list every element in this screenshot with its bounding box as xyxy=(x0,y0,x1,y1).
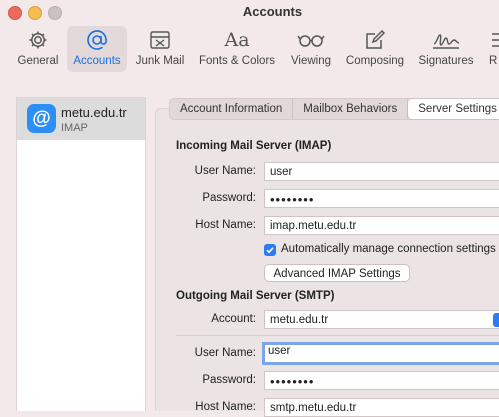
outgoing-password-field[interactable]: •••••••• xyxy=(264,371,499,390)
toolbar-viewing[interactable]: Viewing xyxy=(287,26,335,72)
toolbar-fonts-colors[interactable]: Aa Fonts & Colors xyxy=(196,26,278,72)
glasses-icon xyxy=(287,26,335,54)
auto-manage-checkbox[interactable] xyxy=(264,244,276,256)
incoming-section-title: Incoming Mail Server (IMAP) xyxy=(176,140,332,152)
section-divider xyxy=(176,335,499,336)
gear-icon xyxy=(14,26,62,54)
at-icon xyxy=(67,26,127,54)
incoming-password-field[interactable]: •••••••• xyxy=(264,189,499,208)
toolbar-signatures[interactable]: Signatures xyxy=(414,26,478,72)
tab-mailbox-behaviors[interactable]: Mailbox Behaviors xyxy=(293,99,409,119)
preferences-toolbar: General Accounts Junk Mail Aa Fonts & Co… xyxy=(0,24,499,74)
incoming-password-label: Password: xyxy=(202,192,256,204)
account-list-item[interactable]: @ metu.edu.tr IMAP xyxy=(17,98,145,140)
toolbar-label: General xyxy=(17,55,59,67)
toolbar-general[interactable]: General xyxy=(14,26,62,72)
account-name: metu.edu.tr xyxy=(61,105,127,120)
incoming-hostname-field[interactable]: imap.metu.edu.tr xyxy=(264,216,499,235)
compose-pencil-icon xyxy=(343,26,407,54)
outgoing-section-title: Outgoing Mail Server (SMTP) xyxy=(176,290,335,302)
title-bar: Accounts xyxy=(0,0,499,24)
toolbar-label: Accounts xyxy=(73,55,121,67)
toolbar-label: Viewing xyxy=(290,55,332,67)
toolbar-junk-mail[interactable]: Junk Mail xyxy=(132,26,188,72)
toolbar-accounts[interactable]: Accounts xyxy=(67,26,127,72)
at-icon: @ xyxy=(27,104,56,133)
junk-tray-icon xyxy=(132,26,188,54)
signature-icon xyxy=(414,26,478,54)
toolbar-label: Composing xyxy=(345,55,405,67)
account-type: IMAP xyxy=(61,122,88,134)
toolbar-label: R xyxy=(489,55,498,67)
advanced-imap-settings-button[interactable]: Advanced IMAP Settings xyxy=(264,264,410,282)
incoming-hostname-label: Host Name: xyxy=(195,219,256,231)
toolbar-label: Signatures xyxy=(418,55,474,67)
outgoing-username-label: User Name: xyxy=(194,347,256,359)
toolbar-rules[interactable]: R xyxy=(486,26,499,72)
font-aa-icon: Aa xyxy=(224,29,250,51)
accounts-sidebar: @ metu.edu.tr IMAP xyxy=(16,97,146,411)
outgoing-hostname-label: Host Name: xyxy=(195,401,256,413)
account-tabs: Account Information Mailbox Behaviors Se… xyxy=(169,98,499,120)
checkmark-icon xyxy=(266,247,274,254)
outgoing-account-label: Account: xyxy=(211,313,256,325)
outgoing-password-label: Password: xyxy=(202,374,256,386)
account-settings-panel xyxy=(155,108,499,411)
tab-server-settings[interactable]: Server Settings xyxy=(408,99,499,119)
outgoing-hostname-field[interactable]: smtp.metu.edu.tr xyxy=(264,398,499,417)
tab-account-information[interactable]: Account Information xyxy=(170,99,294,119)
chevron-updown-icon[interactable] xyxy=(493,313,499,327)
auto-manage-label: Automatically manage connection settings xyxy=(281,243,496,255)
incoming-username-label: User Name: xyxy=(194,165,256,177)
outgoing-account-select[interactable]: metu.edu.tr xyxy=(264,310,499,329)
rules-icon xyxy=(486,26,499,54)
outgoing-username-field[interactable]: user xyxy=(262,342,499,365)
incoming-username-field[interactable]: user xyxy=(264,162,499,181)
toolbar-composing[interactable]: Composing xyxy=(343,26,407,72)
toolbar-label: Junk Mail xyxy=(135,55,185,67)
window-title: Accounts xyxy=(242,4,303,19)
toolbar-label: Fonts & Colors xyxy=(198,55,276,67)
